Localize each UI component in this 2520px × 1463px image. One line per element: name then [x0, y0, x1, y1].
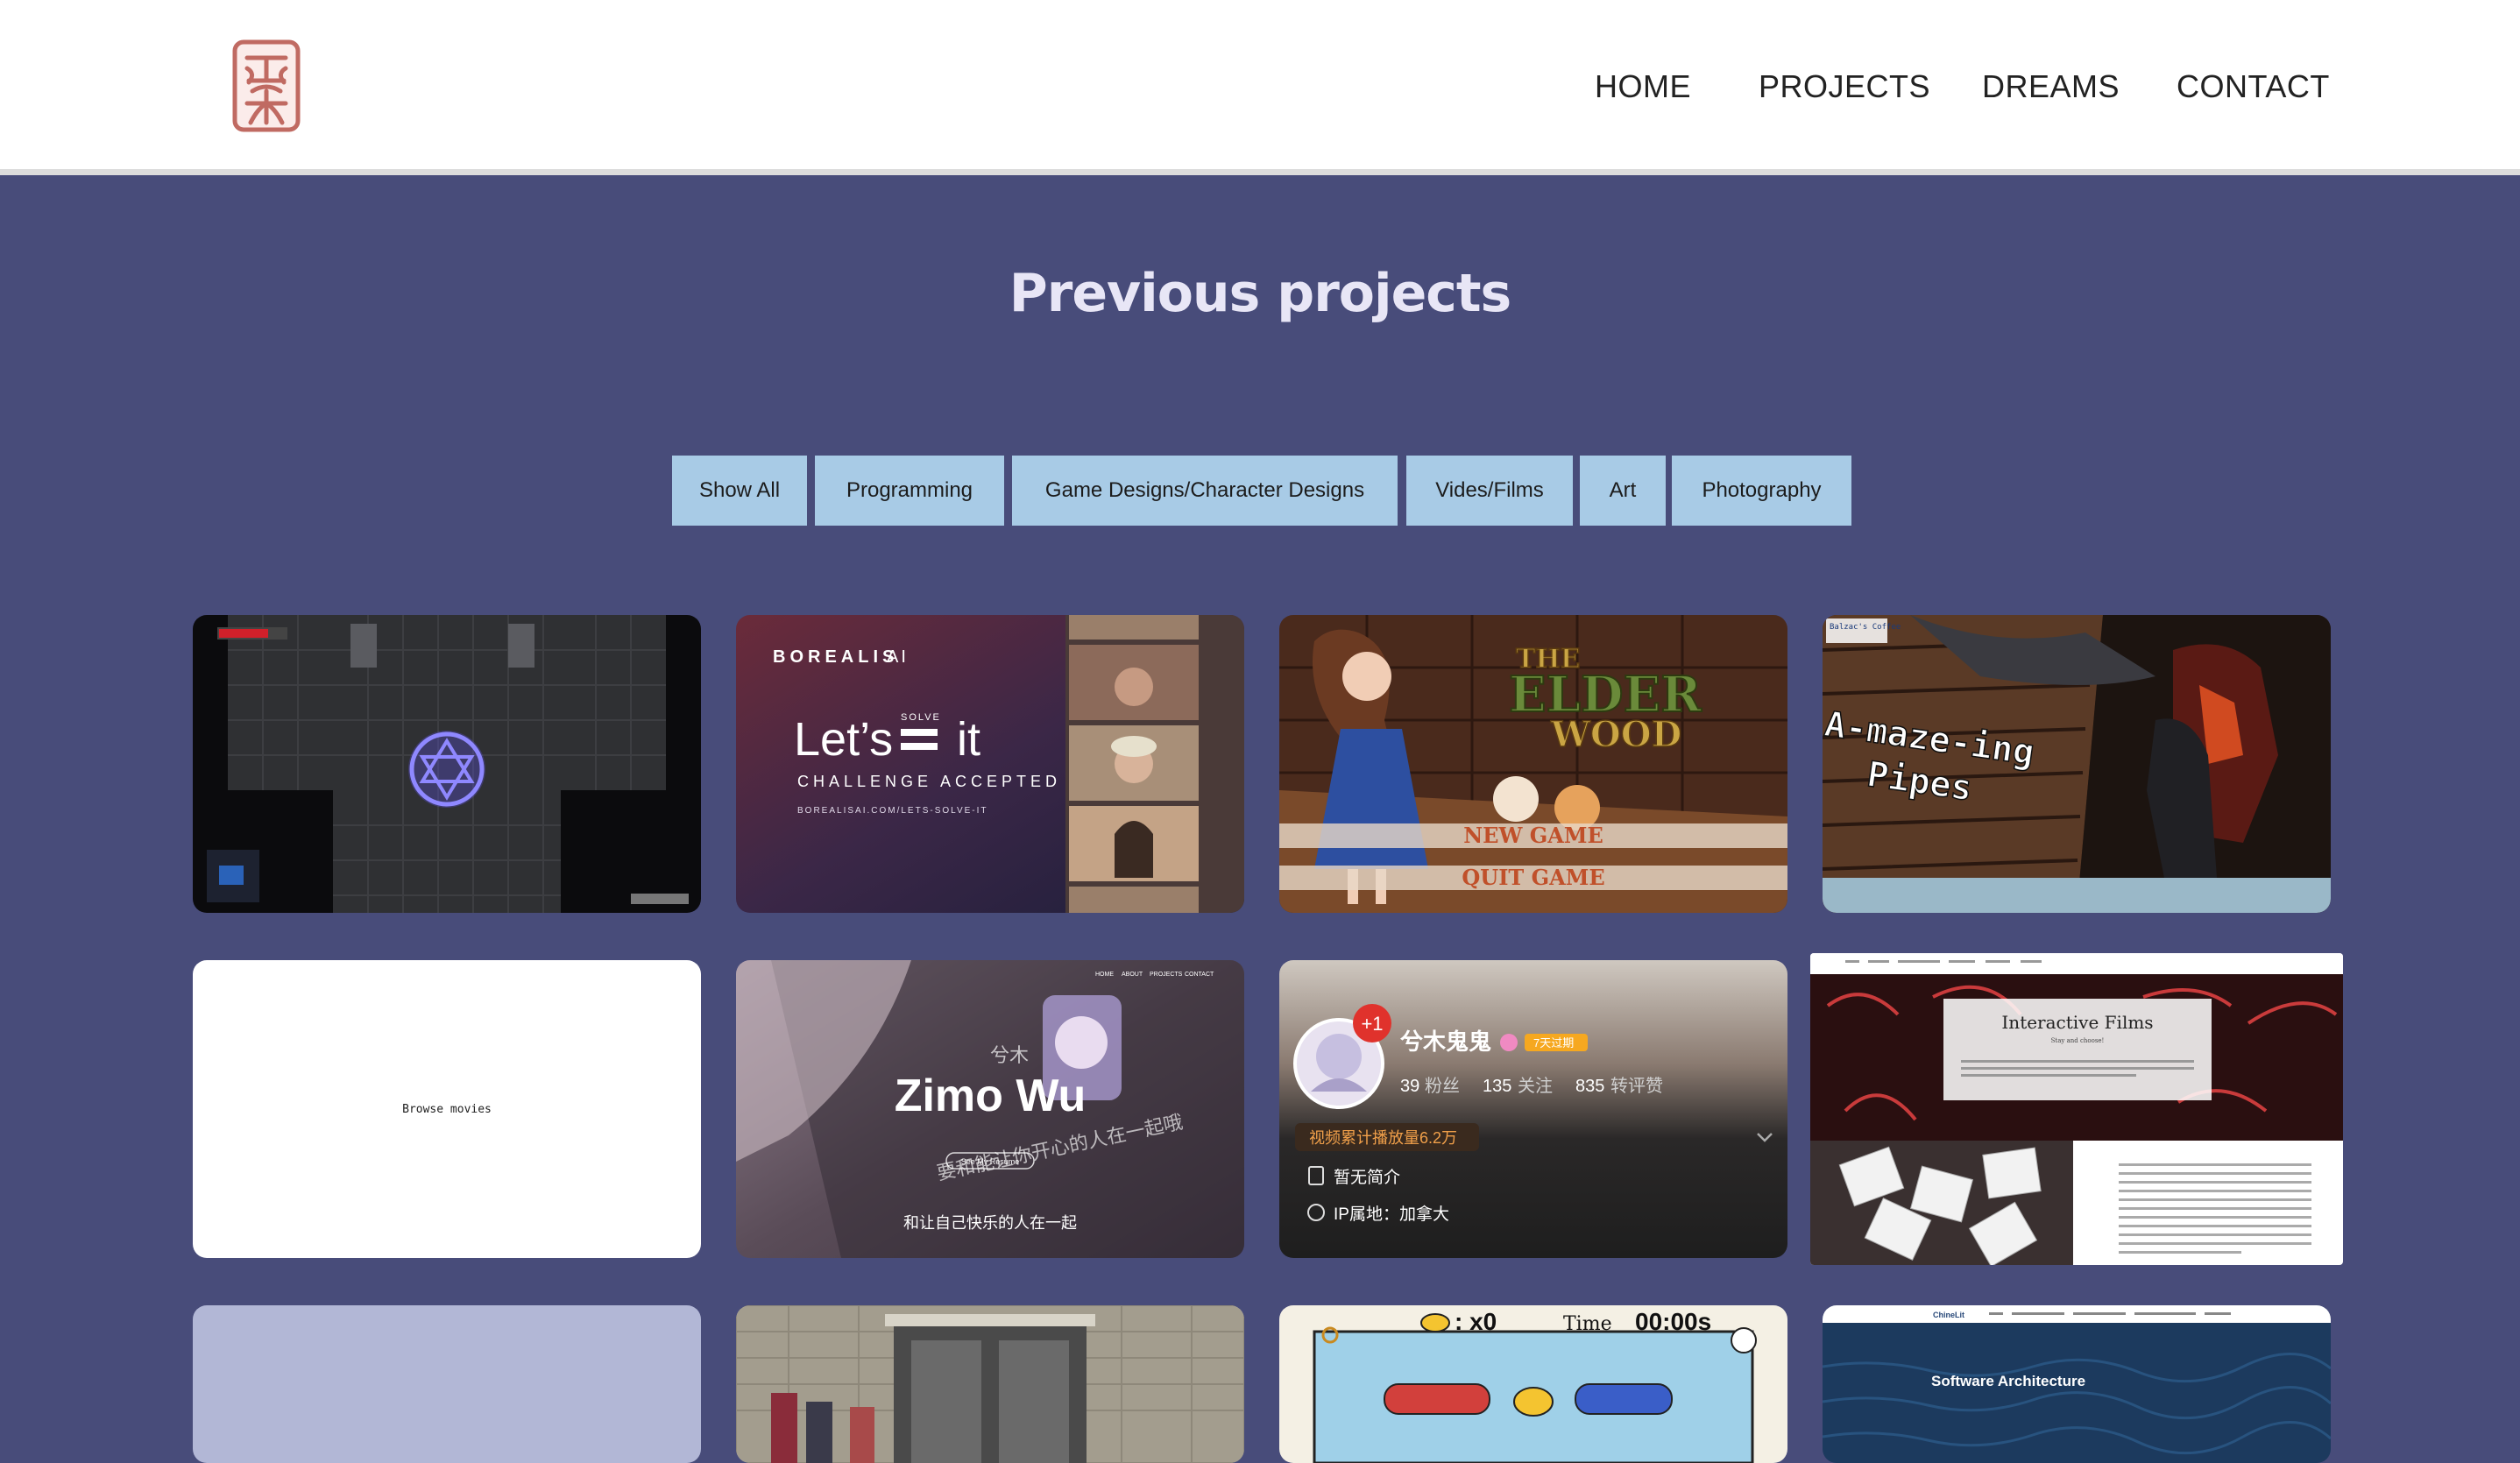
- nav-projects-link[interactable]: PROJECTS: [1759, 68, 1930, 107]
- project-card-zimo-wu[interactable]: HOME ABOUT PROJECTS CONTACT 兮木 Zimo Wu 要…: [736, 960, 1244, 1258]
- borealis-brand-suffix: AI: [887, 647, 909, 667]
- elder-wood-thumbnail: THE ELDER WOOD NEW GAME QUIT GAME: [1279, 615, 1787, 913]
- project-card-borealis-ai[interactable]: BOREALIS AI Let’s SOLVE it CHALLENGE ACC…: [736, 615, 1244, 913]
- filter-show-all-button[interactable]: Show All: [672, 456, 807, 526]
- bilibili-badge: +1: [1361, 1013, 1383, 1035]
- bilibili-intro: 暂无简介: [1334, 1168, 1400, 1187]
- site-header: HOME PROJECTS DREAMS CONTACT: [0, 0, 2520, 175]
- bilibili-view-count: 视频累计播放量6.2万: [1309, 1129, 1457, 1147]
- bilibili-following-label: 关注: [1518, 1076, 1553, 1096]
- browse-movies-text: Browse movies: [402, 1102, 492, 1116]
- filter-art-button[interactable]: Art: [1580, 456, 1666, 526]
- software-architecture-thumbnail: ChineLit Software Architecture: [1823, 1305, 2331, 1463]
- zimo-name: Zimo Wu: [895, 1071, 1087, 1121]
- software-site-name: ChineLit: [1933, 1311, 1964, 1319]
- project-card-interactive-films[interactable]: Interactive Films Stay and choose!: [1810, 953, 2343, 1265]
- software-architecture-heading: Software Architecture: [1931, 1373, 2085, 1389]
- borealis-headline-solve: SOLVE: [901, 712, 941, 723]
- nav-home-link[interactable]: HOME: [1595, 68, 1691, 107]
- filter-photography-button[interactable]: Photography: [1672, 456, 1851, 526]
- nav-contact-link[interactable]: CONTACT: [2177, 68, 2330, 107]
- project-card-amazeing-pipes[interactable]: Balzac's Coffee A-maze-ing Pipes: [1823, 615, 2331, 913]
- filter-videos-films-button[interactable]: Vides/Films: [1406, 456, 1573, 526]
- borealis-thumbnail: BOREALIS AI Let’s SOLVE it CHALLENGE ACC…: [736, 615, 1244, 913]
- project-card-campus-photo[interactable]: [736, 1305, 1244, 1463]
- project-card-dungeon-game[interactable]: [193, 615, 701, 913]
- campus-photo-thumbnail: [736, 1305, 1244, 1463]
- pipes-corner-label: Balzac's Coffee: [1830, 623, 1901, 632]
- zimo-nav-about: ABOUT: [1122, 972, 1143, 978]
- elder-wood-title-3: WOOD: [1550, 714, 1681, 755]
- bilibili-fans-count: 39: [1400, 1077, 1419, 1096]
- bilibili-following-count: 135: [1483, 1077, 1511, 1096]
- pool-duck-counter: : x0: [1455, 1308, 1497, 1335]
- pool-time-label: Time: [1563, 1313, 1612, 1335]
- bilibili-vip-tag: 7天过期: [1533, 1036, 1574, 1050]
- pool-time-value: 00:00s: [1635, 1308, 1711, 1335]
- bilibili-ip-location: IP属地：加拿大: [1334, 1204, 1449, 1224]
- bilibili-profile-thumbnail: +1 兮木鬼鬼 7天过期 39 粉丝 135 关注 835 转评赞 视频累计播放…: [1279, 960, 1787, 1258]
- dungeon-game-thumbnail: [193, 615, 701, 913]
- bilibili-fans-label: 粉丝: [1425, 1076, 1460, 1096]
- zimo-nav-home: HOME: [1095, 972, 1114, 978]
- bilibili-likes-count: 835: [1575, 1077, 1604, 1096]
- borealis-brand: BOREALIS: [773, 647, 898, 667]
- pool-game-thumbnail: : x0 Time 00:00s: [1279, 1305, 1787, 1463]
- zimo-resume-button: See My Resume: [961, 1157, 1020, 1166]
- interactive-films-title: Interactive Films: [2001, 1012, 2153, 1033]
- zimo-cn-bottom: 和让自己快乐的人在一起: [903, 1214, 1077, 1232]
- nav-dreams-link[interactable]: DREAMS: [1982, 68, 2120, 107]
- zimo-nav-projects: PROJECTS: [1150, 972, 1183, 978]
- borealis-headline-right: it: [957, 713, 980, 766]
- quit-game-menu-item: QUIT GAME: [1462, 865, 1604, 890]
- section-title: Previous projects: [1009, 263, 1511, 324]
- bilibili-username: 兮木鬼鬼: [1399, 1028, 1491, 1055]
- zimo-cn-top: 兮木: [990, 1044, 1029, 1066]
- logo-seal-icon[interactable]: [231, 39, 301, 133]
- project-card-pool-game[interactable]: : x0 Time 00:00s: [1279, 1305, 1787, 1463]
- filter-programming-button[interactable]: Programming: [815, 456, 1004, 526]
- zimo-wu-thumbnail: HOME ABOUT PROJECTS CONTACT 兮木 Zimo Wu 要…: [736, 960, 1244, 1258]
- borealis-subheadline: CHALLENGE ACCEPTED: [797, 773, 1061, 790]
- project-card-bilibili-profile[interactable]: +1 兮木鬼鬼 7天过期 39 粉丝 135 关注 835 转评赞 视频累计播放…: [1279, 960, 1787, 1258]
- project-card-placeholder[interactable]: [193, 1305, 701, 1463]
- pipes-thumbnail: Balzac's Coffee A-maze-ing Pipes: [1823, 615, 2331, 913]
- borealis-url: BOREALISAI.COM/LETS-SOLVE-IT: [797, 806, 988, 816]
- filter-game-designs-button[interactable]: Game Designs/Character Designs: [1012, 456, 1398, 526]
- new-game-menu-item: NEW GAME: [1463, 823, 1603, 848]
- project-card-software-architecture[interactable]: ChineLit Software Architecture: [1823, 1305, 2331, 1463]
- interactive-films-subtitle: Stay and choose!: [2051, 1037, 2105, 1044]
- zimo-nav-contact: CONTACT: [1185, 972, 1214, 978]
- project-card-browse-movies[interactable]: Browse movies: [193, 960, 701, 1258]
- interactive-films-thumbnail: Interactive Films Stay and choose!: [1810, 953, 2343, 1265]
- project-card-elder-wood[interactable]: THE ELDER WOOD NEW GAME QUIT GAME: [1279, 615, 1787, 913]
- bilibili-likes-label: 转评赞: [1610, 1076, 1663, 1096]
- borealis-headline-left: Let’s: [794, 713, 893, 766]
